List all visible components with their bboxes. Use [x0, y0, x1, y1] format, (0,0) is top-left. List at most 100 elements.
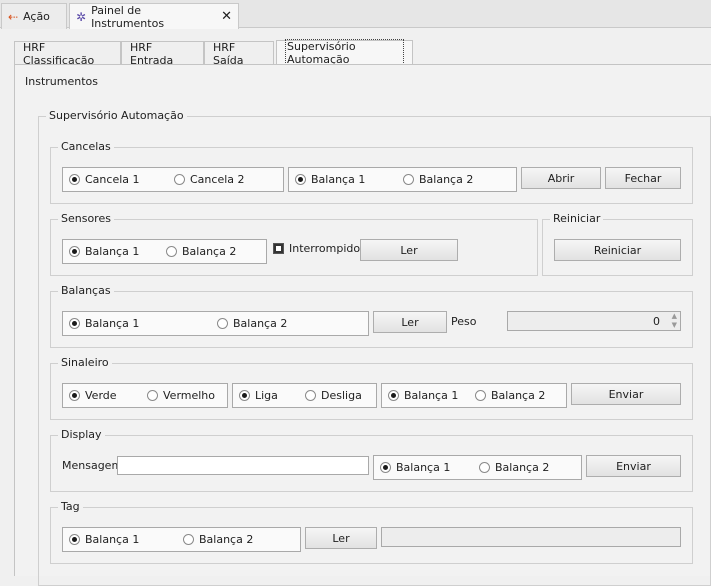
radio-label: Balança 2	[491, 389, 546, 402]
radio-label: Balança 2	[182, 245, 237, 258]
radio-label: Balança 2	[199, 533, 254, 546]
sensores-label: Sensores	[58, 212, 114, 225]
radio-selected-icon	[69, 246, 80, 257]
radio-label: Balança 1	[311, 173, 366, 186]
radio-selected-icon	[69, 390, 80, 401]
cancelas-balanca-radio-group: Balança 1 Balança 2	[288, 167, 517, 192]
radio-empty-icon	[166, 246, 177, 257]
balanca-2-radio[interactable]: Balança 2	[183, 533, 253, 546]
balanca-2-radio[interactable]: Balança 2	[166, 245, 236, 258]
liga-radio[interactable]: Liga	[239, 389, 278, 402]
radio-selected-icon	[69, 174, 80, 185]
balanca-1-radio[interactable]: Balança 1	[295, 173, 365, 186]
tag-radio-group: Balança 1 Balança 2	[62, 527, 301, 552]
cancela-2-radio[interactable]: Cancela 2	[174, 173, 245, 186]
doc-tab-label: Painel de Instrumentos	[91, 3, 165, 30]
reiniciar-button[interactable]: Reiniciar	[554, 239, 681, 261]
radio-empty-icon	[305, 390, 316, 401]
balanca-2-radio[interactable]: Balança 2	[217, 317, 287, 330]
radio-selected-icon	[380, 462, 391, 473]
tab-supervisorio-automacao[interactable]: Supervisório Automação	[276, 39, 413, 67]
sinaleiro-enviar-button[interactable]: Enviar	[571, 383, 681, 405]
sensores-ler-button[interactable]: Ler	[360, 239, 458, 261]
checkbox-icon	[273, 243, 284, 254]
mensagem-input[interactable]	[117, 456, 369, 475]
tab-label: HRF Classificação	[23, 40, 95, 67]
balanca-2-radio[interactable]: Balança 2	[403, 173, 473, 186]
reiniciar-label: Reiniciar	[550, 212, 604, 225]
tab-hrf-classificacao[interactable]: HRF Classificação	[14, 40, 121, 67]
radio-label: Balança 1	[396, 461, 451, 474]
balanca-1-radio[interactable]: Balança 1	[69, 317, 139, 330]
radio-empty-icon	[475, 390, 486, 401]
radio-selected-icon	[239, 390, 250, 401]
vermelho-radio[interactable]: Vermelho	[147, 389, 215, 402]
display-label: Display	[58, 428, 105, 441]
tag-label: Tag	[58, 500, 83, 513]
cancelas-label: Cancelas	[58, 140, 114, 153]
radio-label: Balança 2	[495, 461, 550, 474]
abrir-button[interactable]: Abrir	[521, 167, 601, 189]
section-title: Instrumentos	[25, 75, 98, 88]
peso-spinner[interactable]: 0 ▲ ▼	[507, 311, 681, 331]
back-arrow-icon: ⇠	[8, 9, 19, 24]
radio-empty-icon	[217, 318, 228, 329]
radio-selected-icon	[388, 390, 399, 401]
cancela-radio-group: Cancela 1 Cancela 2	[62, 167, 284, 192]
sinaleiro-label: Sinaleiro	[58, 356, 112, 369]
fechar-button[interactable]: Fechar	[605, 167, 681, 189]
sinaleiro-cor-radio-group: Verde Vermelho	[62, 383, 228, 408]
radio-label: Liga	[255, 389, 278, 402]
balanca-1-radio[interactable]: Balança 1	[69, 245, 139, 258]
radio-selected-icon	[69, 534, 80, 545]
doc-tab-label: Ação	[23, 10, 50, 23]
verde-radio[interactable]: Verde	[69, 389, 117, 402]
doc-tab-painel[interactable]: ✲ Painel de Instrumentos ✕	[69, 3, 239, 30]
balanca-1-radio[interactable]: Balança 1	[69, 533, 139, 546]
tab-hrf-saida[interactable]: HRF Saída	[204, 40, 274, 67]
radio-label: Balança 2	[233, 317, 288, 330]
radio-empty-icon	[479, 462, 490, 473]
radio-selected-icon	[69, 318, 80, 329]
balanca-2-radio[interactable]: Balança 2	[479, 461, 549, 474]
radio-label: Verde	[85, 389, 117, 402]
radio-selected-icon	[295, 174, 306, 185]
sensores-radio-group: Balança 1 Balança 2	[62, 239, 267, 264]
radio-label: Desliga	[321, 389, 362, 402]
gears-icon: ✲	[76, 9, 87, 24]
mensagem-label: Mensagem	[62, 459, 123, 472]
radio-empty-icon	[403, 174, 414, 185]
radio-empty-icon	[147, 390, 158, 401]
balancas-ler-button[interactable]: Ler	[373, 311, 447, 333]
doc-tab-acao[interactable]: ⇠ Ação	[1, 3, 67, 29]
balancas-radio-group: Balança 1 Balança 2	[62, 311, 369, 336]
radio-label: Balança 1	[85, 533, 140, 546]
desliga-radio[interactable]: Desliga	[305, 389, 362, 402]
radio-label: Balança 2	[419, 173, 474, 186]
radio-label: Balança 1	[85, 245, 140, 258]
tab-hrf-entrada[interactable]: HRF Entrada	[121, 40, 204, 67]
tab-label: HRF Entrada	[130, 40, 174, 67]
spin-arrows-icon[interactable]: ▲ ▼	[672, 312, 677, 330]
cancela-1-radio[interactable]: Cancela 1	[69, 173, 140, 186]
radio-label: Balança 1	[85, 317, 140, 330]
display-enviar-button[interactable]: Enviar	[586, 455, 681, 477]
tag-ler-button[interactable]: Ler	[305, 527, 377, 549]
tab-label: Supervisório Automação	[285, 39, 404, 67]
tab-label: HRF Saída	[213, 40, 244, 67]
sinaleiro-liga-radio-group: Liga Desliga	[232, 383, 377, 408]
peso-value: 0	[653, 315, 660, 328]
close-icon[interactable]: ✕	[221, 9, 232, 24]
balanca-2-radio[interactable]: Balança 2	[475, 389, 545, 402]
sinaleiro-balanca-radio-group: Balança 1 Balança 2	[381, 383, 567, 408]
peso-label: Peso	[451, 315, 477, 328]
radio-label: Cancela 1	[85, 173, 140, 186]
display-balanca-radio-group: Balança 1 Balança 2	[373, 455, 582, 480]
tag-value-field[interactable]	[381, 527, 681, 547]
radio-empty-icon	[174, 174, 185, 185]
supervisorio-group-label: Supervisório Automação	[46, 109, 187, 122]
balanca-1-radio[interactable]: Balança 1	[388, 389, 458, 402]
interrompido-checkbox[interactable]: Interrompido	[273, 242, 360, 255]
balanca-1-radio[interactable]: Balança 1	[380, 461, 450, 474]
radio-label: Balança 1	[404, 389, 459, 402]
